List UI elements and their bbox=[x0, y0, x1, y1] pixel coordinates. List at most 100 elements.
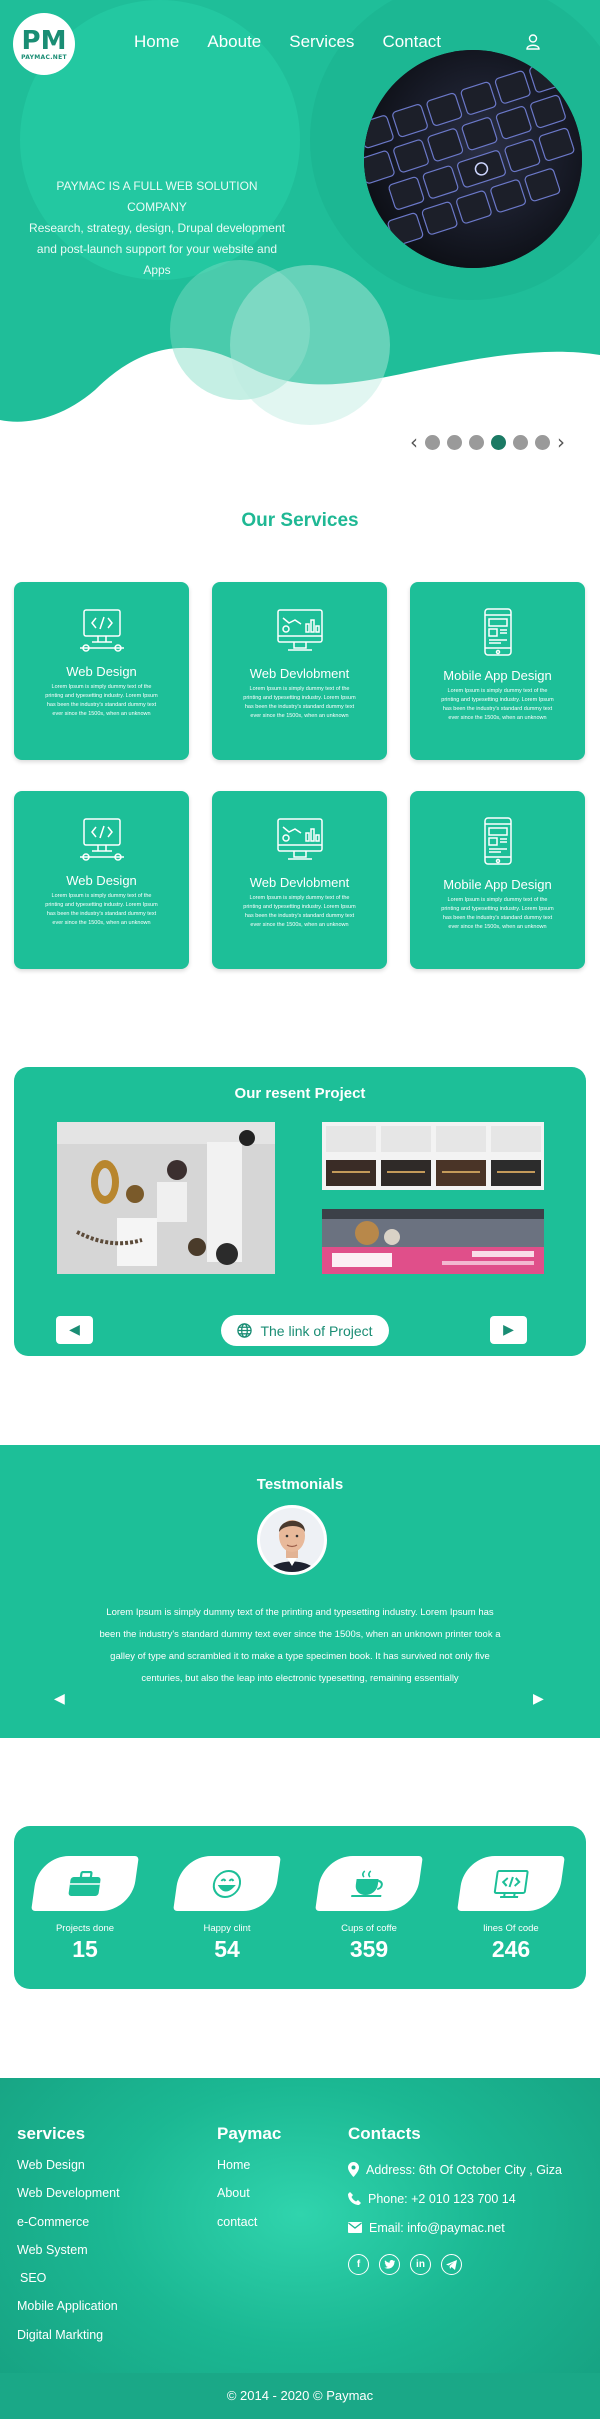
footer-email[interactable]: Email: info@paymac.net bbox=[348, 2213, 562, 2242]
mobile-layout-icon bbox=[483, 817, 512, 865]
facebook-icon[interactable]: f bbox=[348, 2254, 369, 2275]
logo[interactable]: PM PAYMAC.NET bbox=[13, 13, 75, 75]
footer-link[interactable]: Web System bbox=[17, 2240, 120, 2268]
slider-prev-icon[interactable]: ‹ bbox=[410, 432, 418, 452]
stat-badge bbox=[31, 1856, 139, 1911]
hero-section: PM PAYMAC.NET Home Aboute Services Conta… bbox=[0, 0, 600, 470]
footer-link[interactable]: e-Commerce bbox=[17, 2212, 120, 2240]
project-link-button[interactable]: The link of Project bbox=[221, 1315, 389, 1346]
main-nav: Home Aboute Services Contact bbox=[134, 32, 441, 52]
copyright: © 2014 - 2020 © Paymac bbox=[0, 2373, 600, 2419]
project-next-button[interactable]: ▶ bbox=[490, 1316, 527, 1344]
stat-label: Cups of coffe bbox=[341, 1923, 397, 1934]
envelope-icon bbox=[348, 2222, 362, 2233]
coffee-cup-icon bbox=[351, 1869, 383, 1897]
slider-next-icon[interactable]: › bbox=[557, 432, 565, 452]
footer-paymac-column: Paymac Home About contact bbox=[217, 2124, 281, 2240]
slider-dot[interactable] bbox=[513, 435, 528, 450]
stat-coffee: Cups of coffe 359 bbox=[314, 1856, 424, 1963]
stat-value: 359 bbox=[349, 1936, 389, 1962]
service-description: Lorem Ipsum is simply dummy text of the … bbox=[441, 688, 554, 721]
code-window-icon bbox=[493, 1869, 529, 1898]
service-card[interactable]: Web Devlobment Lorem Ipsum is simply dum… bbox=[212, 791, 387, 969]
stat-value: 246 bbox=[491, 1936, 531, 1962]
nav-about[interactable]: Aboute bbox=[207, 32, 261, 52]
footer-phone[interactable]: Phone: +2 010 123 700 14 bbox=[348, 2184, 562, 2213]
stat-happy-clients: Happy clint 54 bbox=[172, 1856, 282, 1963]
service-title: Mobile App Design bbox=[443, 668, 552, 683]
service-title: Mobile App Design bbox=[443, 877, 552, 892]
footer-link[interactable]: Home bbox=[217, 2155, 281, 2183]
slider-dot[interactable] bbox=[425, 435, 440, 450]
slider-dot[interactable] bbox=[447, 435, 462, 450]
stat-badge bbox=[457, 1856, 565, 1911]
service-card[interactable]: Mobile App Design Lorem Ipsum is simply … bbox=[410, 582, 585, 760]
linkedin-icon[interactable]: in bbox=[410, 2254, 431, 2275]
hero-line-1: PAYMAC IS A FULL WEB SOLUTION COMPANY bbox=[56, 179, 258, 214]
stat-lines-of-code: lines Of code 246 bbox=[456, 1856, 566, 1963]
footer-link[interactable]: Mobile Application bbox=[17, 2296, 120, 2324]
service-card[interactable]: Web Design Lorem Ipsum is simply dummy t… bbox=[14, 791, 189, 969]
footer-address: Address: 6th Of October City , Giza bbox=[348, 2155, 562, 2184]
stat-label: lines Of code bbox=[483, 1923, 539, 1934]
footer-link[interactable]: About bbox=[217, 2183, 281, 2211]
nav-home[interactable]: Home bbox=[134, 32, 179, 52]
stat-label: Projects done bbox=[55, 1923, 115, 1934]
service-description: Lorem Ipsum is simply dummy text of the … bbox=[45, 893, 158, 926]
services-title: Our Services bbox=[241, 510, 359, 531]
footer-link[interactable]: Web Design bbox=[17, 2155, 120, 2183]
testimonial-text: Lorem Ipsum is simply dummy text of the … bbox=[99, 1607, 501, 1684]
footer-contacts-column: Contacts Address: 6th Of October City , … bbox=[348, 2124, 562, 2275]
map-pin-icon bbox=[348, 2162, 359, 2177]
smile-icon bbox=[212, 1869, 242, 1898]
twitter-icon[interactable] bbox=[379, 2254, 400, 2275]
footer-services-column: services Web Design Web Development e-Co… bbox=[17, 2124, 120, 2353]
footer: services Web Design Web Development e-Co… bbox=[0, 2078, 600, 2419]
slider-dot[interactable] bbox=[469, 435, 484, 450]
monitor-chart-icon bbox=[276, 609, 323, 651]
globe-icon bbox=[237, 1323, 253, 1338]
footer-paymac-heading: Paymac bbox=[217, 2124, 282, 2143]
stats-section: Projects done 15 Happy clint 54 Cups of … bbox=[14, 1826, 586, 1989]
footer-link[interactable]: SEO bbox=[17, 2268, 120, 2296]
nav-services[interactable]: Services bbox=[289, 32, 354, 52]
service-card[interactable]: Mobile App Design Lorem Ipsum is simply … bbox=[410, 791, 585, 969]
stat-badge bbox=[315, 1856, 423, 1911]
stat-projects: Projects done 15 bbox=[30, 1856, 140, 1963]
project-link-label: The link of Project bbox=[260, 1322, 373, 1339]
footer-link[interactable]: Web Development bbox=[17, 2183, 120, 2211]
service-title: Web Design bbox=[66, 873, 137, 888]
project-prev-button[interactable]: ◀ bbox=[56, 1316, 93, 1344]
phone-icon bbox=[348, 2192, 361, 2205]
service-description: Lorem Ipsum is simply dummy text of the … bbox=[243, 686, 356, 719]
slider-dot[interactable] bbox=[535, 435, 550, 450]
monitor-chart-icon bbox=[276, 818, 323, 860]
footer-link[interactable]: Digital Markting bbox=[17, 2325, 120, 2353]
project-shop-image[interactable] bbox=[322, 1122, 544, 1190]
testimonial-prev-icon[interactable]: ◀ bbox=[54, 1691, 65, 1707]
computer-code-icon bbox=[79, 609, 124, 652]
footer-link[interactable]: contact bbox=[217, 2212, 281, 2240]
service-card[interactable]: Web Design Lorem Ipsum is simply dummy t… bbox=[14, 582, 189, 760]
briefcase-icon bbox=[68, 1870, 101, 1896]
project-pink-site-image[interactable] bbox=[322, 1209, 544, 1274]
stat-badge bbox=[173, 1856, 281, 1911]
hero-line-2: Research, strategy, design, Drupal devel… bbox=[29, 221, 285, 277]
stat-value: 54 bbox=[214, 1936, 240, 1962]
projects-section: Our resent Project ◀ The link of Project… bbox=[14, 1067, 586, 1356]
footer-services-heading: services bbox=[17, 2124, 86, 2143]
hero-keyboard-image bbox=[364, 50, 582, 268]
testimonial-next-icon[interactable]: ▶ bbox=[533, 1691, 544, 1707]
footer-contacts-heading: Contacts bbox=[348, 2124, 421, 2143]
hero-tagline: PAYMAC IS A FULL WEB SOLUTION COMPANY Re… bbox=[28, 176, 286, 281]
footer-email-text: Email: info@paymac.net bbox=[369, 2220, 505, 2235]
nav-contact[interactable]: Contact bbox=[382, 32, 441, 52]
slider-dot-active[interactable] bbox=[491, 435, 506, 450]
service-description: Lorem Ipsum is simply dummy text of the … bbox=[441, 897, 554, 930]
logo-text: PAYMAC.NET bbox=[21, 53, 67, 61]
testimonial-avatar bbox=[257, 1505, 327, 1575]
project-jewelry-image[interactable] bbox=[57, 1122, 275, 1274]
user-icon[interactable] bbox=[526, 34, 540, 50]
telegram-icon[interactable] bbox=[441, 2254, 462, 2275]
service-card[interactable]: Web Devlobment Lorem Ipsum is simply dum… bbox=[212, 582, 387, 760]
